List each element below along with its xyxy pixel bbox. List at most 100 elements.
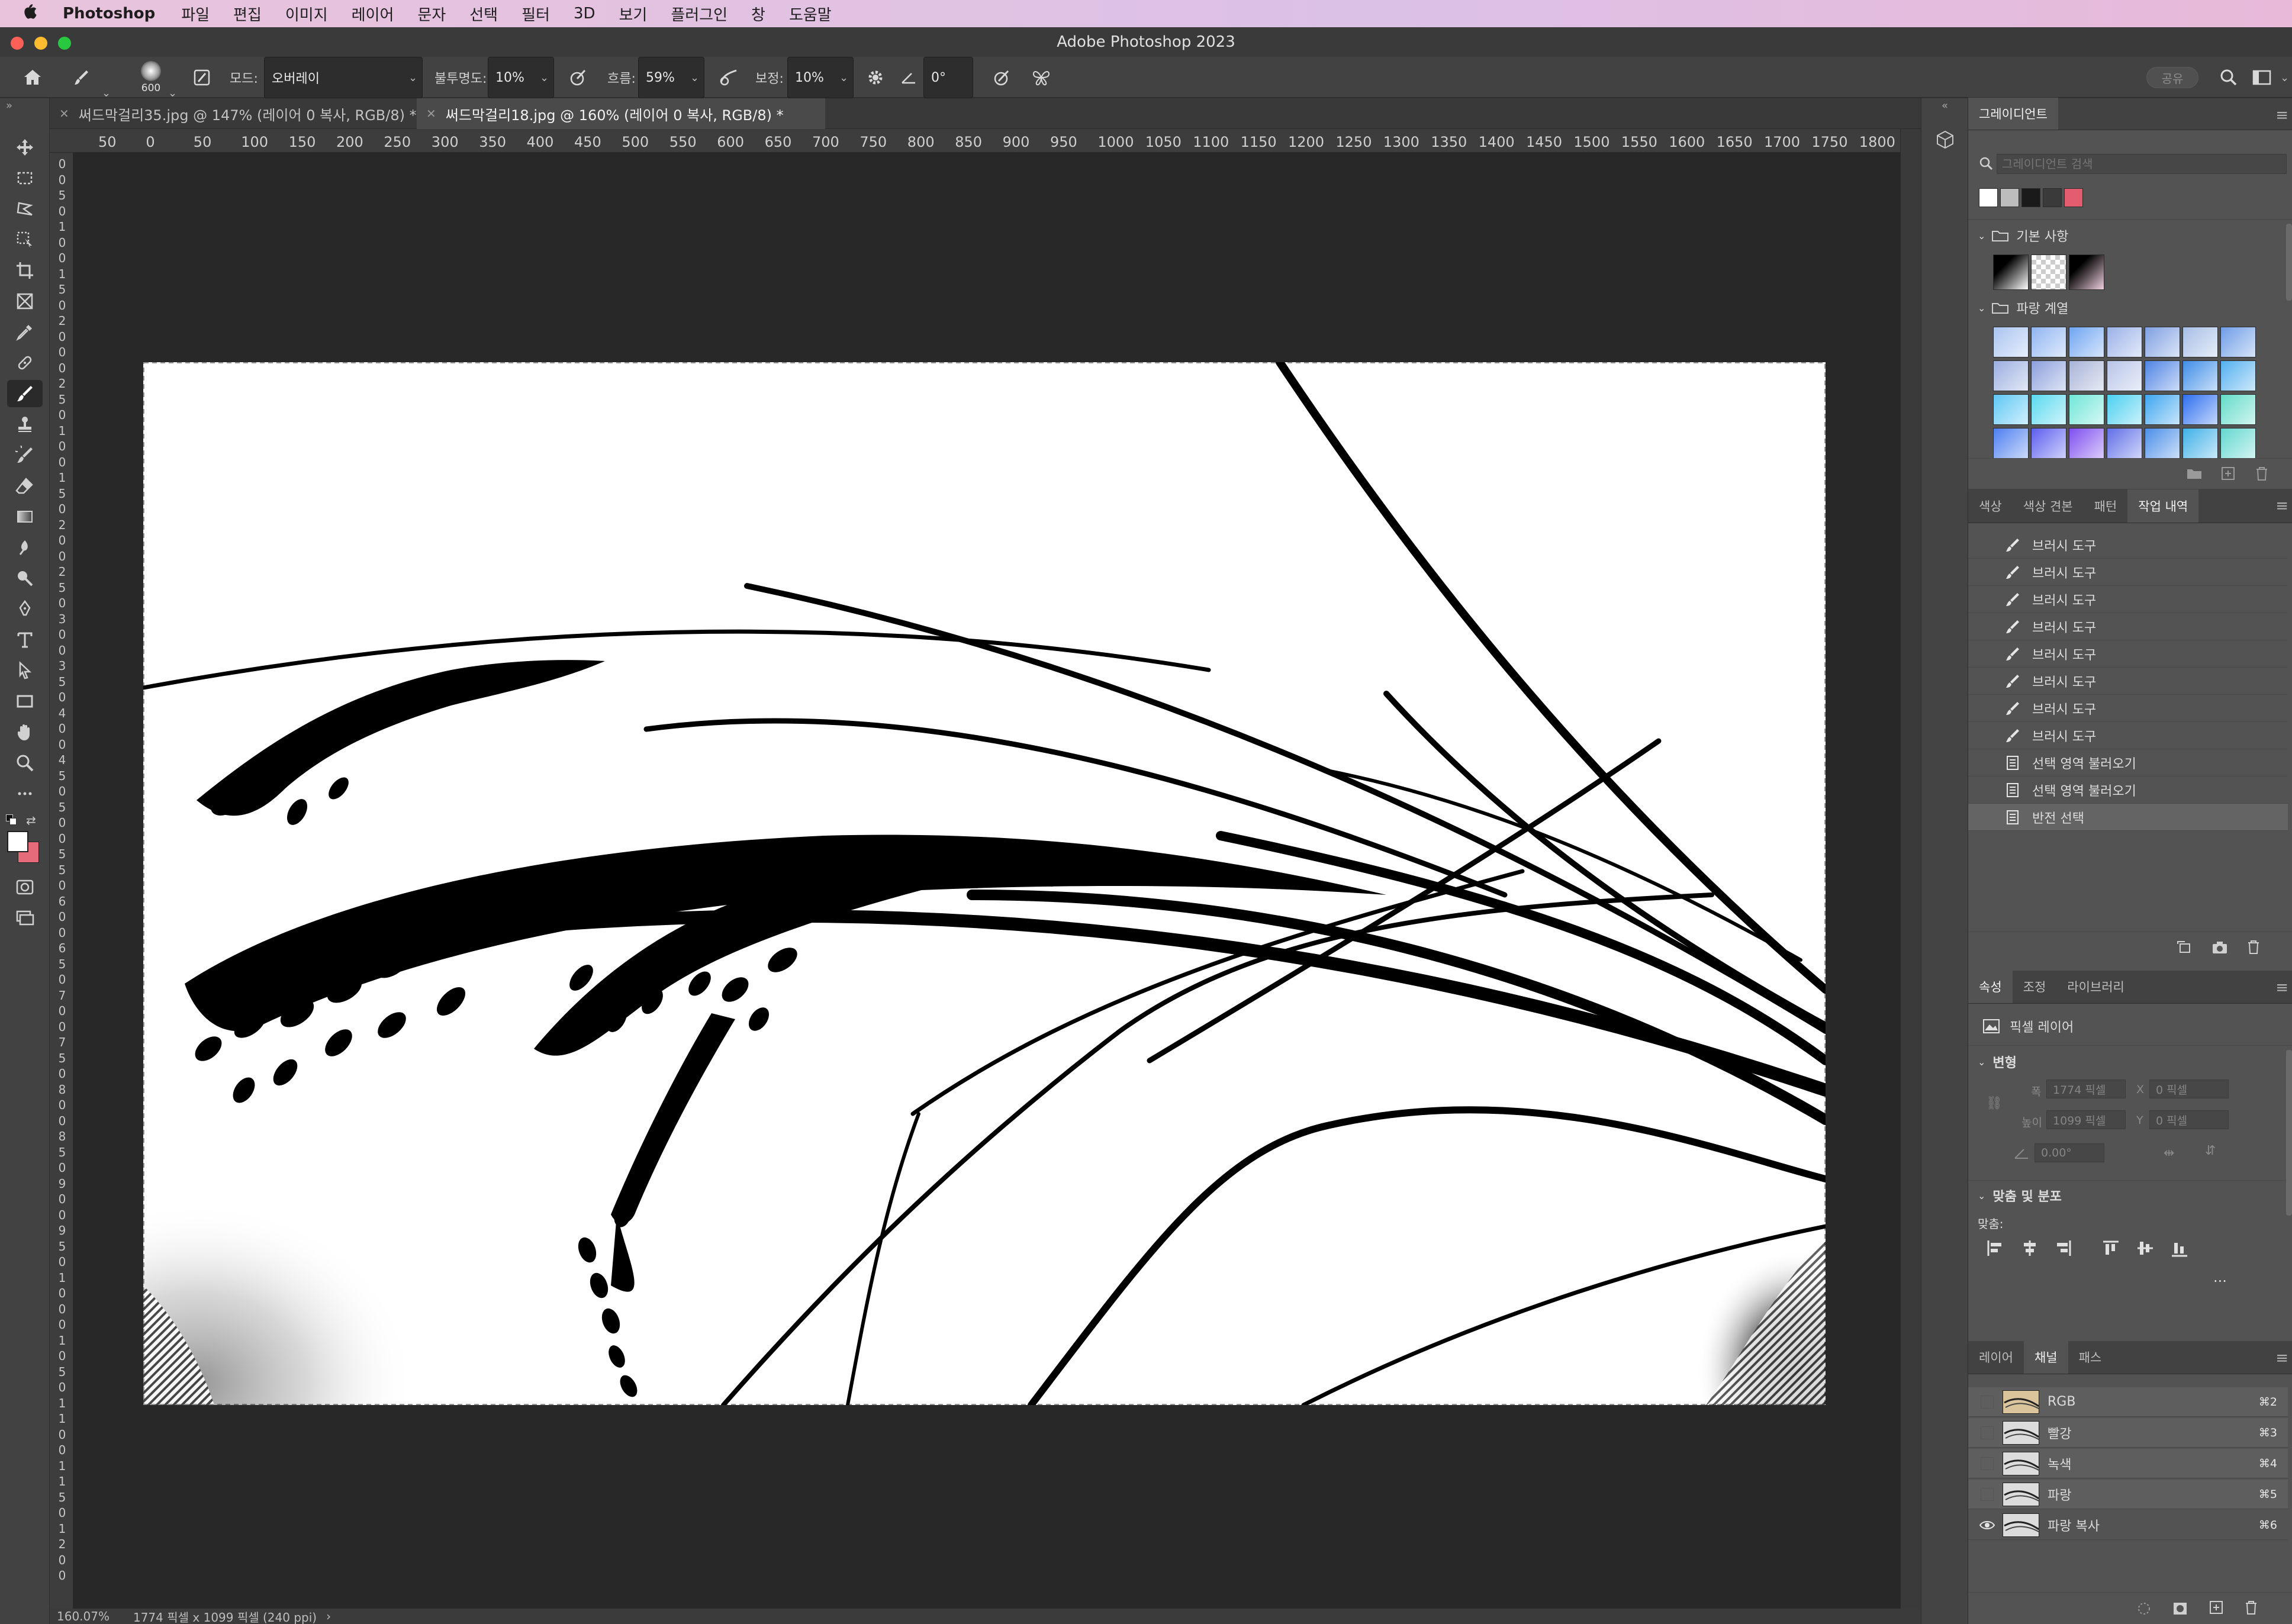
- new-gradient-icon[interactable]: [2220, 466, 2236, 481]
- menu-layer[interactable]: 레이어: [352, 3, 394, 25]
- symmetry-butterfly-icon[interactable]: [1026, 57, 1056, 98]
- chevron-down-icon[interactable]: ⌄: [1978, 1190, 1985, 1201]
- brush-settings-panel-icon[interactable]: [187, 57, 217, 98]
- tab-libraries[interactable]: 라이브러리: [2056, 970, 2135, 1003]
- document-tab-active[interactable]: ✕ 써드막걸리18.jpg @ 160% (레이어 0 복사, RGB/8) *: [417, 98, 825, 129]
- collapse-toolbar-icon[interactable]: »: [6, 99, 12, 112]
- recent-gradient-swatch[interactable]: [2000, 188, 2019, 207]
- visibility-toggle[interactable]: [1975, 1457, 1999, 1470]
- brush-angle-input[interactable]: 0°: [923, 57, 973, 98]
- share-button[interactable]: 공유: [2146, 57, 2198, 98]
- visibility-toggle[interactable]: [1975, 1426, 1999, 1439]
- channel-row[interactable]: 파랑 복사 ⌘6: [1968, 1510, 2288, 1540]
- edit-toolbar-more-icon[interactable]: [7, 780, 43, 807]
- move-tool-icon[interactable]: [7, 134, 43, 161]
- gradient-swatch-blue[interactable]: [2220, 360, 2256, 391]
- recent-gradient-swatch[interactable]: [2064, 188, 2083, 207]
- menu-filter[interactable]: 필터: [522, 3, 550, 25]
- rectangle-tool-icon[interactable]: [7, 688, 43, 715]
- menu-window[interactable]: 창: [751, 3, 765, 25]
- chevron-down-icon[interactable]: ⌄: [1978, 302, 1985, 314]
- history-state[interactable]: 브러시 도구: [1968, 695, 2288, 722]
- align-bottom-edges-icon[interactable]: [2168, 1238, 2203, 1258]
- clone-stamp-tool-icon[interactable]: [7, 411, 43, 438]
- new-group-folder-icon[interactable]: [2186, 467, 2203, 480]
- tab-color[interactable]: 색상: [1968, 489, 2013, 523]
- tab-adjustments[interactable]: 조정: [2013, 970, 2057, 1003]
- gradient-swatch-blue[interactable]: [2069, 360, 2104, 391]
- angle-field[interactable]: 0.00°: [2035, 1143, 2104, 1162]
- more-options-icon[interactable]: ...: [2213, 1269, 2227, 1285]
- align-horizontal-centers-icon[interactable]: [2018, 1238, 2052, 1258]
- gradient-swatch-black-pink[interactable]: [2069, 254, 2104, 290]
- gradient-group-blue[interactable]: ⌄ 파랑 계열: [1968, 296, 2288, 320]
- gradient-swatch-transparent[interactable]: [2031, 254, 2066, 290]
- menu-edit[interactable]: 편집: [233, 3, 262, 25]
- menu-3d[interactable]: 3D: [574, 5, 595, 22]
- marquee-tool-icon[interactable]: [7, 165, 43, 192]
- gradient-swatch-blue[interactable]: [2107, 394, 2142, 425]
- chevron-down-icon[interactable]: ⌄: [1978, 1056, 1985, 1068]
- channel-row[interactable]: 빨강 ⌘3: [1968, 1418, 2288, 1448]
- airbrush-icon[interactable]: [714, 57, 743, 98]
- tab-layers[interactable]: 레이어: [1968, 1341, 2024, 1374]
- flow-chevron-icon[interactable]: ⌄: [690, 57, 699, 98]
- gradient-swatch-blue[interactable]: [2220, 394, 2256, 425]
- object-selection-tool-icon[interactable]: [7, 226, 43, 253]
- menu-help[interactable]: 도움말: [789, 3, 832, 25]
- smoothing-chevron-icon[interactable]: ⌄: [839, 57, 848, 98]
- gradient-swatch-blue[interactable]: [2031, 360, 2066, 391]
- align-top-edges-icon[interactable]: [2100, 1238, 2134, 1258]
- hand-tool-icon[interactable]: [7, 718, 43, 746]
- align-section-header[interactable]: ⌄ 맞춤 및 분포: [1968, 1184, 2288, 1207]
- menu-select[interactable]: 선택: [469, 3, 498, 25]
- gradient-swatch-blue[interactable]: [2145, 428, 2180, 459]
- document-info[interactable]: 1774 픽셀 x 1099 픽셀 (240 ppi): [133, 1608, 317, 1624]
- history-state[interactable]: 선택 영역 불러오기: [1968, 749, 2288, 776]
- trash-icon[interactable]: [2255, 466, 2269, 481]
- gradient-swatch-blue[interactable]: [1993, 327, 2029, 357]
- trash-icon[interactable]: [2244, 1600, 2258, 1615]
- zoom-level[interactable]: 160.07%: [57, 1609, 110, 1623]
- save-selection-as-channel-icon[interactable]: [2172, 1601, 2188, 1616]
- swap-colors-icon[interactable]: ⇄: [26, 813, 36, 827]
- gradient-swatch-blue[interactable]: [2107, 327, 2142, 357]
- healing-brush-tool-icon[interactable]: [7, 349, 43, 376]
- dodge-tool-icon[interactable]: [7, 565, 43, 592]
- collapse-dock-icon[interactable]: «: [1942, 99, 1948, 112]
- zoom-tool-icon[interactable]: [7, 749, 43, 776]
- gradient-swatch-blue[interactable]: [2220, 428, 2256, 459]
- brush-size-picker[interactable]: 600: [130, 57, 172, 98]
- gradient-swatch-blue[interactable]: [2145, 360, 2180, 391]
- zoom-window-button[interactable]: [58, 37, 71, 50]
- gradient-swatch-black-white[interactable]: [1993, 254, 2029, 290]
- link-dimensions-icon[interactable]: ⛓: [1986, 1096, 2003, 1116]
- chevron-down-icon[interactable]: ⌄: [1978, 230, 1985, 241]
- x-field[interactable]: 0 픽셀: [2149, 1080, 2229, 1098]
- gradient-swatch-blue[interactable]: [2069, 394, 2104, 425]
- new-channel-icon[interactable]: [2209, 1600, 2224, 1615]
- 3d-panel-cube-icon[interactable]: [1932, 127, 1958, 153]
- visibility-toggle[interactable]: [1975, 1487, 1999, 1501]
- align-left-edges-icon[interactable]: [1984, 1238, 2018, 1258]
- canvas-vertical-scrollbar[interactable]: [1900, 129, 1921, 1609]
- align-right-edges-icon[interactable]: [2052, 1238, 2087, 1258]
- home-icon[interactable]: [18, 57, 47, 98]
- brush-preset-icon[interactable]: [66, 57, 96, 98]
- smoothing-options-gear-icon[interactable]: [861, 57, 890, 98]
- gradient-swatch-blue[interactable]: [2069, 428, 2104, 459]
- gradient-swatch-blue[interactable]: [2031, 394, 2066, 425]
- workspace-switcher-icon[interactable]: [2247, 57, 2277, 98]
- gradients-panel-menu-icon[interactable]: ≡: [2275, 107, 2288, 124]
- trash-icon[interactable]: [2246, 939, 2261, 955]
- gradient-swatch-blue[interactable]: [2031, 327, 2066, 357]
- smudge-tool-icon[interactable]: [7, 534, 43, 561]
- camera-snapshot-icon[interactable]: [2211, 940, 2229, 955]
- close-tab-icon[interactable]: ✕: [426, 107, 436, 121]
- width-field[interactable]: 1774 픽셀: [2046, 1080, 2126, 1098]
- brush-tool-icon[interactable]: [7, 380, 43, 407]
- tab-properties[interactable]: 속성: [1968, 970, 2013, 1003]
- gradient-swatch-blue[interactable]: [2220, 327, 2256, 357]
- load-channel-as-selection-icon[interactable]: [2136, 1601, 2152, 1616]
- gradient-swatch-blue[interactable]: [2069, 327, 2104, 357]
